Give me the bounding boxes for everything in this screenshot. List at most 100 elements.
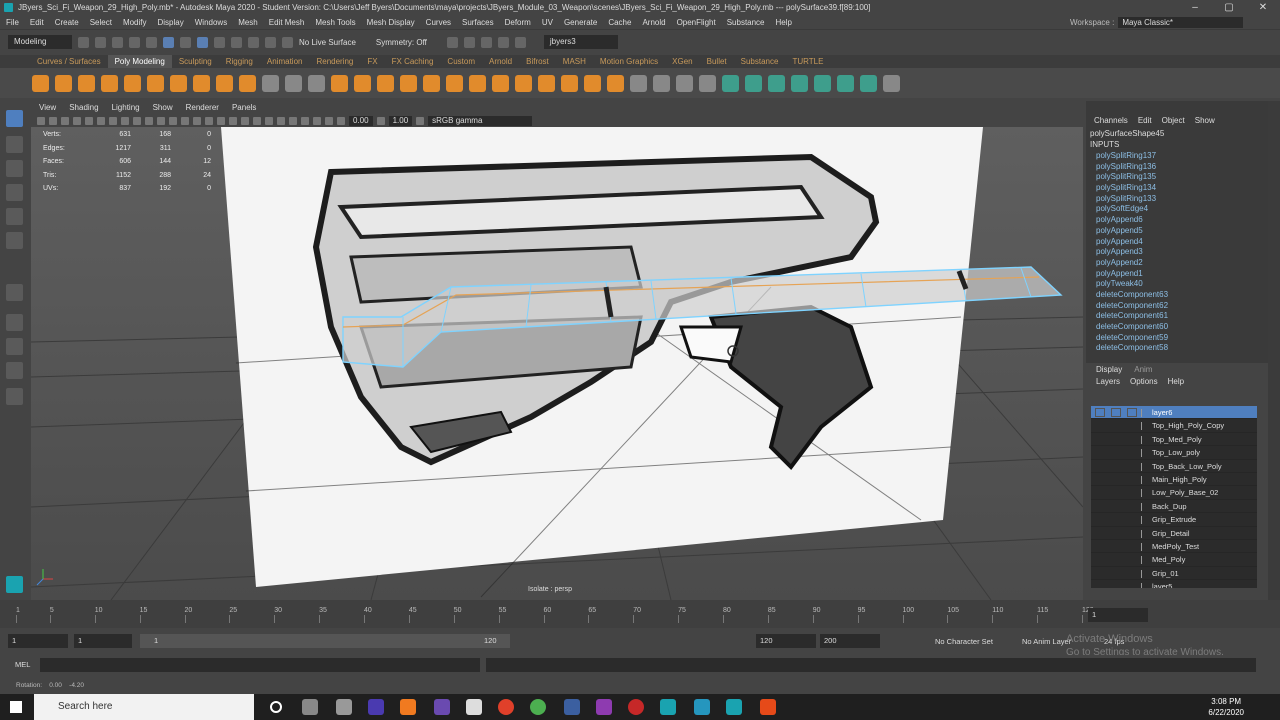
input-node[interactable]: polyAppend3 — [1096, 247, 1168, 258]
shape-name[interactable]: polySurfaceShape45 — [1090, 129, 1164, 138]
safe-action-icon[interactable] — [145, 116, 153, 125]
menu-edit[interactable]: Edit — [30, 18, 44, 27]
bevel-icon[interactable] — [423, 74, 440, 92]
film-gate-icon[interactable] — [97, 116, 105, 125]
anim-layer-label[interactable]: No Anim Layer — [1022, 637, 1071, 646]
3dsmax-icon[interactable] — [694, 699, 710, 715]
marmoset-icon[interactable] — [596, 699, 612, 715]
insert-edge-loop-icon[interactable] — [676, 74, 693, 92]
input-node[interactable]: polySplitRing137 — [1096, 151, 1168, 162]
anim-end-field[interactable]: 200 — [820, 634, 880, 648]
color-management-icon[interactable] — [416, 116, 425, 125]
input-node[interactable]: deleteComponent60 — [1096, 322, 1168, 333]
target-weld-icon[interactable] — [515, 74, 532, 92]
platonic-icon[interactable] — [193, 74, 210, 92]
ambient-occlusion-icon[interactable] — [241, 116, 249, 125]
hypershade-icon[interactable] — [497, 36, 509, 48]
shelf-tab-bifrost[interactable]: Bifrost — [519, 55, 556, 68]
outliner-layout-icon[interactable] — [6, 362, 23, 379]
cortana-icon[interactable] — [270, 701, 282, 713]
depth-of-field-icon[interactable] — [277, 116, 285, 125]
resolution-gate-icon[interactable] — [109, 116, 117, 125]
menu-windows[interactable]: Windows — [195, 18, 227, 27]
snap-grid-icon[interactable] — [214, 36, 225, 48]
menu-display[interactable]: Display — [158, 18, 184, 27]
menu-select[interactable]: Select — [90, 18, 112, 27]
layer-menu-help[interactable]: Help — [1168, 377, 1184, 386]
shelf-tab-mash[interactable]: MASH — [556, 55, 593, 68]
rotate-tool-icon[interactable] — [6, 208, 23, 225]
viewport-menu-view[interactable]: View — [39, 103, 56, 112]
select-by-component-icon[interactable] — [197, 36, 208, 48]
multi-cut-icon[interactable] — [653, 74, 670, 92]
layer-row[interactable]: Top_High_Poly_Copy — [1091, 419, 1257, 433]
field-chart-icon[interactable] — [133, 116, 141, 125]
menu-mesh-display[interactable]: Mesh Display — [367, 18, 415, 27]
input-node[interactable]: deleteComponent61 — [1096, 311, 1168, 322]
render-settings-icon[interactable] — [480, 36, 492, 48]
layer-color-swatch[interactable] — [1141, 569, 1149, 578]
layer-color-swatch[interactable] — [1141, 489, 1149, 498]
user-dropdown[interactable]: jbyers3 — [543, 35, 618, 49]
mel-label[interactable]: MEL — [15, 660, 30, 669]
layer-color-swatch[interactable] — [1141, 516, 1149, 525]
lasso-tool-icon[interactable] — [6, 136, 23, 153]
menu-generate[interactable]: Generate — [564, 18, 597, 27]
cb-menu-show[interactable]: Show — [1195, 116, 1215, 125]
cb-menu-edit[interactable]: Edit — [1138, 116, 1152, 125]
menu-openflight[interactable]: OpenFlight — [677, 18, 716, 27]
layer-color-swatch[interactable] — [1141, 583, 1149, 588]
wireframe-on-shaded-icon[interactable] — [193, 116, 201, 125]
input-node[interactable]: polySoftEdge4 — [1096, 204, 1168, 215]
menu-curves[interactable]: Curves — [426, 18, 451, 27]
blender-icon[interactable] — [400, 699, 416, 715]
menu-substance[interactable]: Substance — [727, 18, 765, 27]
shadows-icon[interactable] — [229, 116, 237, 125]
layer-row[interactable]: layer5 — [1091, 580, 1257, 588]
camera-attr-icon[interactable] — [49, 116, 57, 125]
safe-title-icon[interactable] — [157, 116, 165, 125]
input-node[interactable]: polyTweak40 — [1096, 279, 1168, 290]
shelf-tab-fx-caching[interactable]: FX Caching — [385, 55, 441, 68]
menu-edit-mesh[interactable]: Edit Mesh — [269, 18, 305, 27]
wireframe-icon[interactable] — [169, 116, 177, 125]
layer-row[interactable]: Top_Low_poly — [1091, 446, 1257, 460]
outliner-icon[interactable] — [6, 388, 23, 405]
lights-icon[interactable] — [217, 116, 225, 125]
render-icon[interactable] — [446, 36, 458, 48]
input-node[interactable]: polyAppend1 — [1096, 269, 1168, 280]
uv-spherical-icon[interactable] — [791, 74, 808, 92]
input-node[interactable]: deleteComponent62 — [1096, 301, 1168, 312]
shelf-tab-motion-graphics[interactable]: Motion Graphics — [593, 55, 665, 68]
start-time-field[interactable]: 1 — [8, 634, 68, 648]
live-surface-label[interactable]: No Live Surface — [299, 38, 356, 47]
layer-row[interactable]: Back_Dup — [1091, 500, 1257, 514]
bookmark-icon[interactable] — [61, 116, 69, 125]
poly-cylinder-icon[interactable] — [78, 74, 95, 92]
uv-planar-icon[interactable] — [722, 74, 739, 92]
unity-icon[interactable] — [336, 699, 352, 715]
layer-row[interactable]: MedPoly_Test — [1091, 540, 1257, 554]
substance-icon[interactable] — [564, 699, 580, 715]
layer-row[interactable]: Grip_Extrude — [1091, 513, 1257, 527]
tab-anim[interactable]: Anim — [1134, 365, 1152, 374]
shelf-tab-sculpting[interactable]: Sculpting — [172, 55, 219, 68]
xray-icon[interactable] — [301, 116, 309, 125]
input-node[interactable]: polyAppend6 — [1096, 215, 1168, 226]
layer-row[interactable]: layer6 — [1091, 406, 1257, 420]
boolean-icon[interactable] — [331, 74, 348, 92]
bridge-icon[interactable] — [400, 74, 417, 92]
menu-uv[interactable]: UV — [542, 18, 553, 27]
layer-color-swatch[interactable] — [1141, 462, 1149, 471]
exposure-icon[interactable] — [337, 116, 345, 125]
sew-icon[interactable] — [883, 74, 900, 92]
xnormal-icon[interactable] — [434, 699, 450, 715]
shelf-tab-rigging[interactable]: Rigging — [219, 55, 260, 68]
current-frame-field[interactable]: 1 — [1088, 608, 1148, 622]
motion-blur-icon[interactable] — [253, 116, 261, 125]
menu-modify[interactable]: Modify — [123, 18, 147, 27]
circularize-icon[interactable] — [630, 74, 647, 92]
green-app-icon[interactable] — [530, 699, 546, 715]
exposure-field[interactable]: 0.00 — [349, 115, 373, 126]
menu-mesh-tools[interactable]: Mesh Tools — [315, 18, 355, 27]
